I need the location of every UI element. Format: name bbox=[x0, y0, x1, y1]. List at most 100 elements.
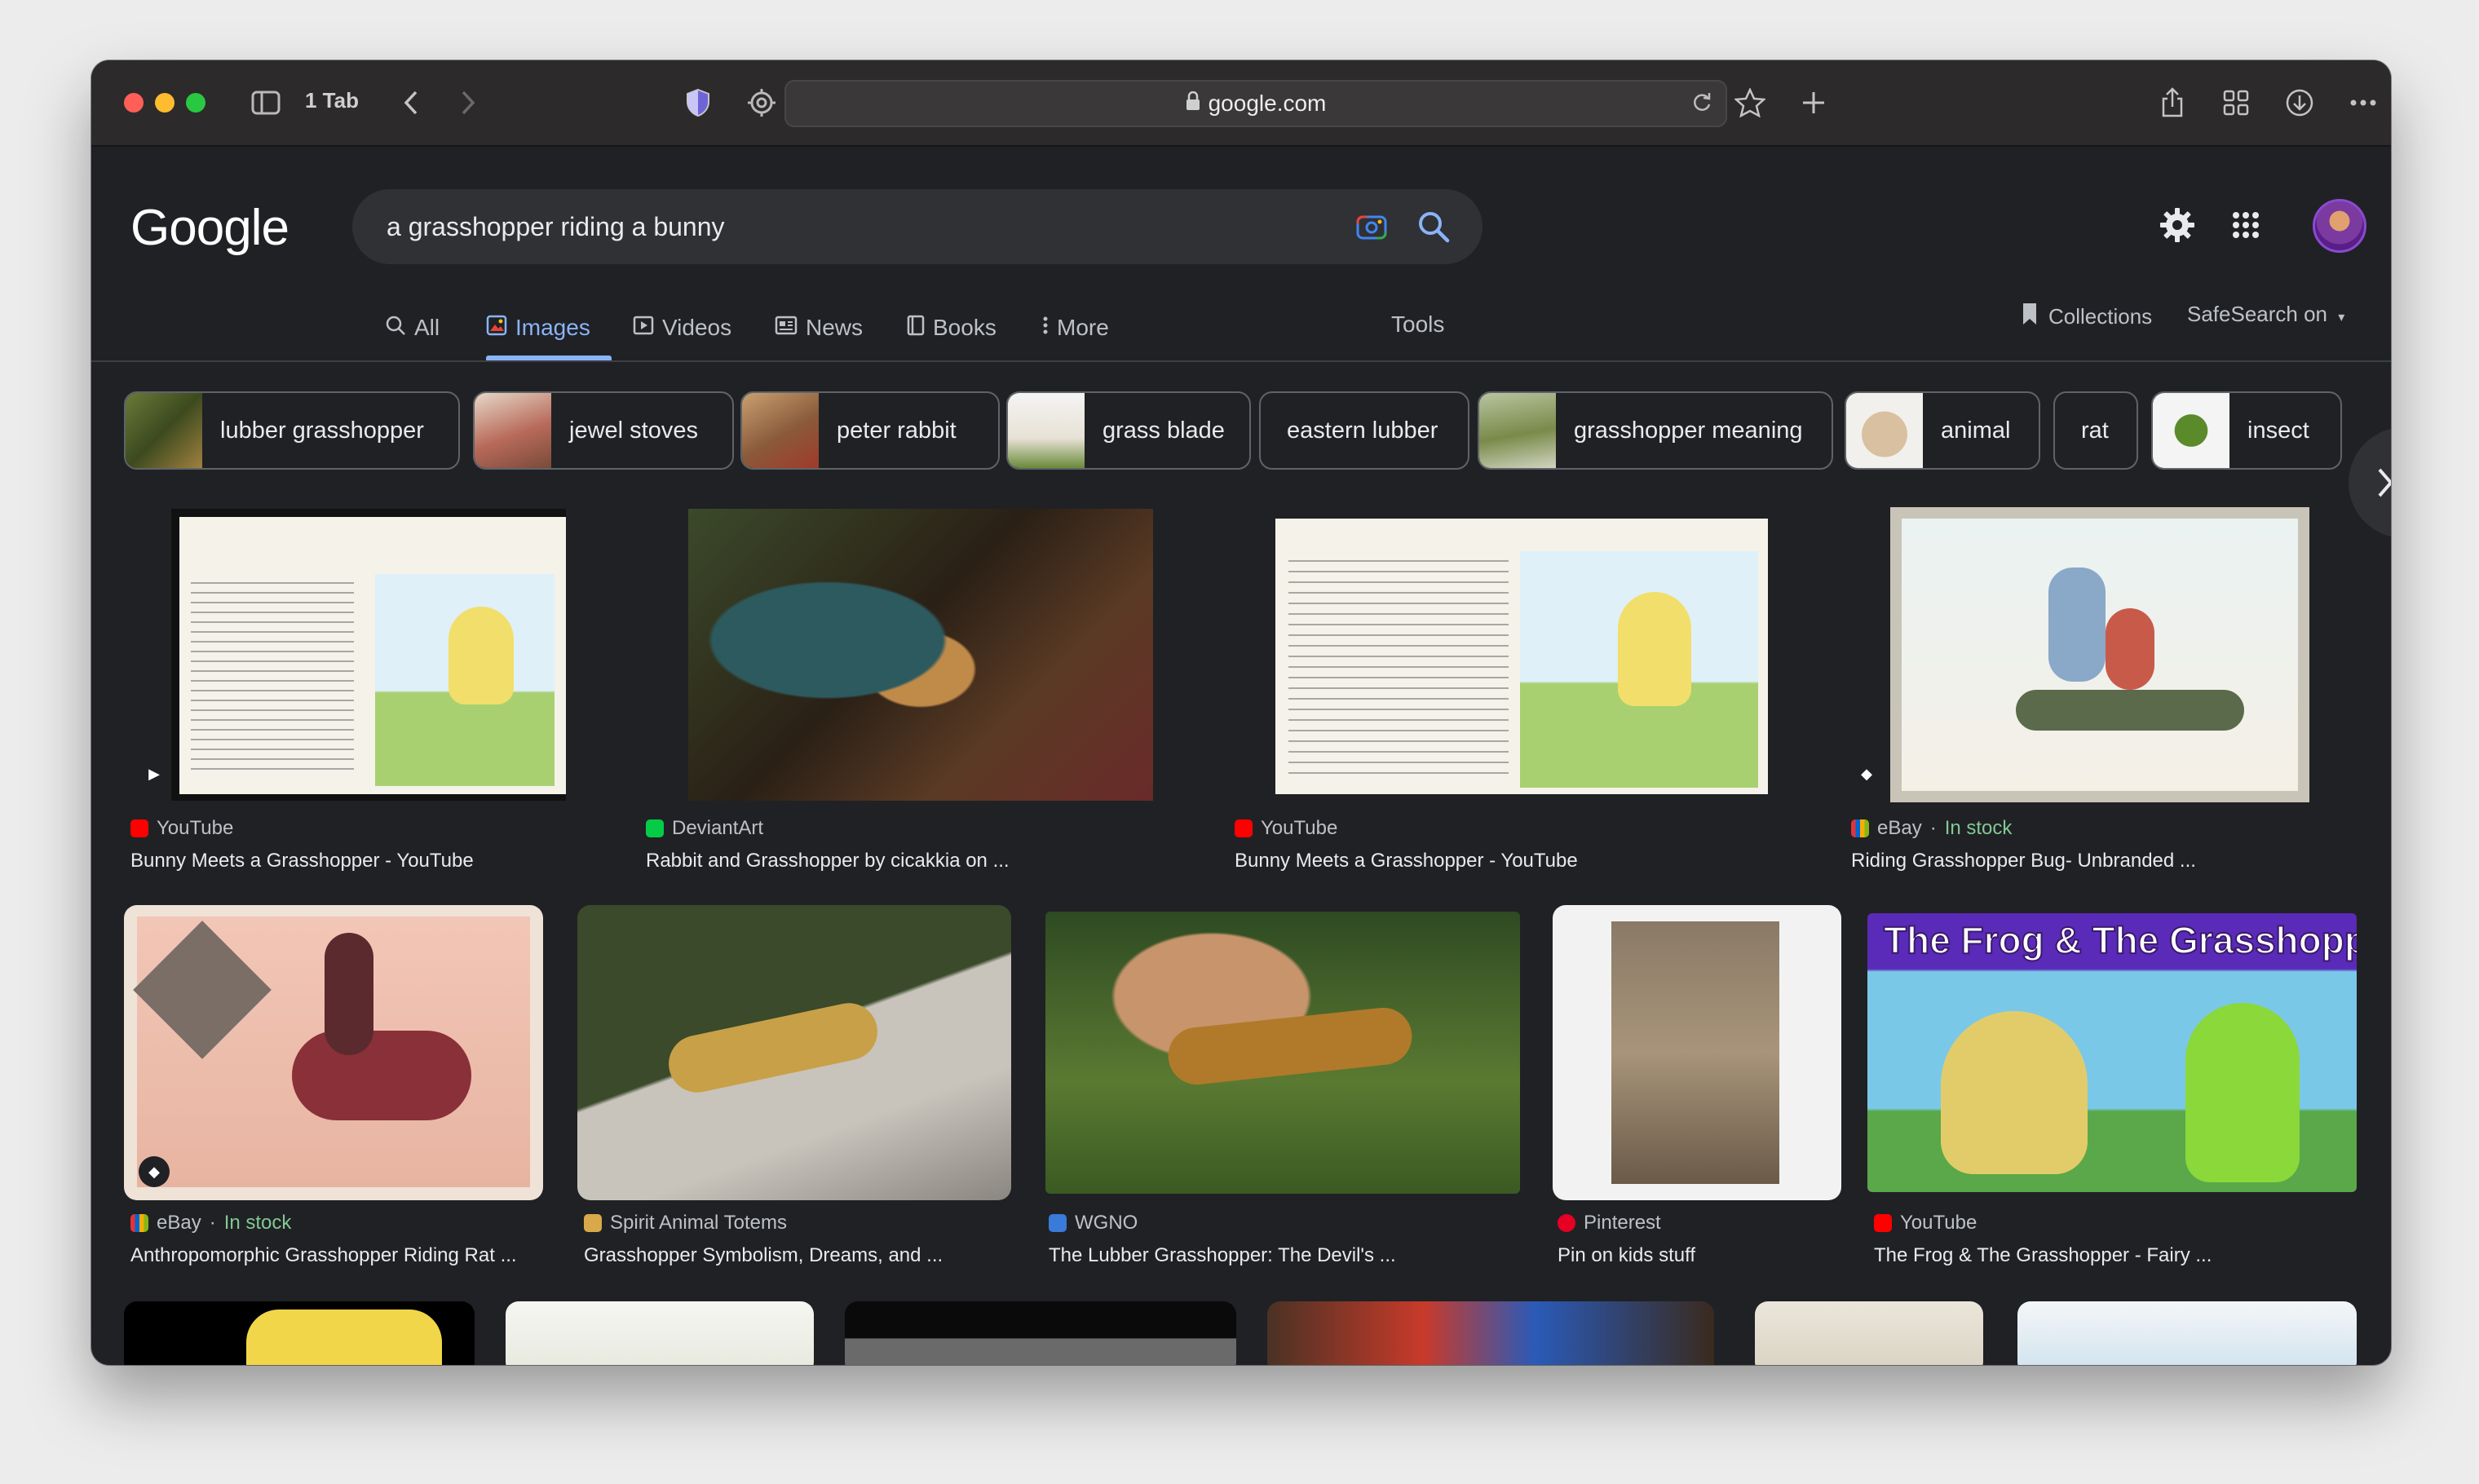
google-logo[interactable]: Google bbox=[130, 199, 289, 257]
collections-button[interactable]: Collections bbox=[2021, 302, 2152, 332]
chip-grasshopper-meaning[interactable]: grasshopper meaning bbox=[1478, 391, 1833, 470]
source-name: YouTube bbox=[157, 817, 234, 839]
share-icon[interactable] bbox=[2154, 85, 2190, 121]
result-title[interactable]: Bunny Meets a Grasshopper - YouTube bbox=[1235, 850, 1578, 872]
result-thumbnail[interactable] bbox=[1275, 519, 1768, 794]
image-result-10-thumbnail[interactable] bbox=[124, 1301, 475, 1365]
result-title[interactable]: Anthropomorphic Grasshopper Riding Rat .… bbox=[130, 1244, 517, 1267]
image-result-11-thumbnail[interactable] bbox=[506, 1301, 814, 1365]
tab-overview-label[interactable]: 1 Tab bbox=[305, 88, 359, 113]
chip-thumbnail bbox=[1846, 393, 1923, 468]
result-title[interactable]: Riding Grasshopper Bug- Unbranded ... bbox=[1851, 850, 2196, 872]
tab-images[interactable]: Images bbox=[486, 311, 590, 344]
bookmark-star-icon[interactable] bbox=[1732, 85, 1768, 121]
tab-books[interactable]: Books bbox=[907, 311, 996, 344]
result-thumbnail[interactable] bbox=[688, 509, 1153, 801]
chip-peter-rabbit[interactable]: peter rabbit bbox=[740, 391, 1000, 470]
safesearch-dropdown[interactable]: SafeSearch on ▾ bbox=[2187, 302, 2344, 327]
search-input[interactable]: a grasshopper riding a bunny bbox=[387, 212, 725, 242]
source-name: eBay bbox=[1877, 817, 1922, 839]
settings-gear-icon[interactable] bbox=[2154, 202, 2200, 248]
apps-grid-icon[interactable] bbox=[2223, 202, 2269, 248]
tab-videos-label: Videos bbox=[662, 315, 732, 340]
result-thumbnail[interactable] bbox=[124, 905, 543, 1200]
tab-news[interactable]: News bbox=[775, 311, 863, 344]
book-icon bbox=[907, 315, 925, 342]
chip-eastern-lubber[interactable]: eastern lubber bbox=[1259, 391, 1469, 470]
result-title[interactable]: Rabbit and Grasshopper by cicakkia on ..… bbox=[646, 850, 1010, 872]
result-thumbnail[interactable] bbox=[1890, 507, 2309, 802]
result-source: eBay · In stock bbox=[130, 1212, 291, 1234]
result-source: eBay · In stock bbox=[1851, 817, 2012, 840]
image-icon bbox=[486, 315, 507, 342]
browser-window: 1 Tab google.com Google a grasshopper ri… bbox=[91, 60, 2391, 1365]
newspaper-icon bbox=[775, 316, 798, 341]
forward-icon[interactable] bbox=[450, 85, 486, 121]
image-result-14-thumbnail[interactable] bbox=[1755, 1301, 1983, 1365]
chip-label: eastern lubber bbox=[1287, 417, 1438, 444]
result-thumbnail[interactable]: The Frog & The Grasshopper bbox=[1867, 913, 2357, 1192]
collections-label: Collections bbox=[2048, 304, 2153, 329]
result-title[interactable]: The Frog & The Grasshopper - Fairy ... bbox=[1874, 1244, 2212, 1267]
address-bar[interactable]: google.com bbox=[784, 80, 1727, 127]
minimize-window-button[interactable] bbox=[155, 93, 175, 113]
tab-more[interactable]: More bbox=[1042, 311, 1109, 344]
back-icon[interactable] bbox=[393, 85, 429, 121]
result-thumbnail[interactable] bbox=[171, 509, 566, 801]
youtube-favicon-icon bbox=[1235, 819, 1253, 837]
new-tab-icon[interactable] bbox=[1796, 85, 1832, 121]
pinterest-favicon-icon bbox=[1558, 1214, 1575, 1232]
result-thumbnail[interactable] bbox=[1553, 905, 1841, 1200]
spirit-animal-favicon-icon bbox=[584, 1214, 602, 1232]
reload-icon[interactable] bbox=[1691, 91, 1712, 120]
tab-grid-icon[interactable] bbox=[2218, 85, 2254, 121]
chip-thumbnail bbox=[1008, 393, 1085, 468]
tab-news-label: News bbox=[806, 315, 864, 340]
result-title[interactable]: Bunny Meets a Grasshopper - YouTube bbox=[130, 850, 474, 872]
result-title[interactable]: The Lubber Grasshopper: The Devil's ... bbox=[1049, 1244, 1396, 1267]
chip-insect[interactable]: insect bbox=[2151, 391, 2342, 470]
source-name: WGNO bbox=[1075, 1212, 1138, 1234]
result-source: WGNO bbox=[1049, 1212, 1138, 1234]
image-result-13-thumbnail[interactable] bbox=[1267, 1301, 1714, 1365]
sidebar-toggle-icon[interactable] bbox=[248, 85, 284, 121]
result-thumbnail[interactable] bbox=[577, 905, 1011, 1200]
more-options-icon[interactable] bbox=[2345, 85, 2381, 121]
tools-button[interactable]: Tools bbox=[1391, 311, 1444, 338]
downloads-icon[interactable] bbox=[2282, 85, 2318, 121]
tab-videos[interactable]: Videos bbox=[633, 311, 731, 344]
image-result-15-thumbnail[interactable] bbox=[2017, 1301, 2357, 1365]
separator-dot: · bbox=[209, 1212, 216, 1234]
caret-down-icon: ▾ bbox=[2338, 311, 2345, 325]
image-result-12-thumbnail[interactable] bbox=[845, 1301, 1236, 1365]
chip-grass-blade[interactable]: grass blade bbox=[1006, 391, 1251, 470]
play-icon bbox=[633, 315, 654, 342]
search-icon[interactable] bbox=[1416, 209, 1452, 245]
youtube-favicon-icon bbox=[1874, 1214, 1892, 1232]
privacy-shield-icon[interactable] bbox=[680, 85, 716, 121]
result-title[interactable]: Pin on kids stuff bbox=[1558, 1244, 1695, 1267]
extension-gear-icon[interactable] bbox=[744, 85, 780, 121]
chip-animal[interactable]: animal bbox=[1845, 391, 2040, 470]
youtube-favicon-icon bbox=[130, 819, 148, 837]
close-window-button[interactable] bbox=[124, 93, 144, 113]
chip-lubber-grasshopper[interactable]: lubber grasshopper bbox=[124, 391, 460, 470]
account-avatar[interactable] bbox=[2313, 199, 2366, 253]
zoom-window-button[interactable] bbox=[186, 93, 205, 113]
source-name: Spirit Animal Totems bbox=[610, 1212, 787, 1234]
result-thumbnail[interactable] bbox=[1045, 912, 1520, 1194]
google-lens-camera-icon[interactable] bbox=[1355, 210, 1388, 243]
chip-thumbnail bbox=[126, 393, 202, 468]
chip-label: lubber grasshopper bbox=[220, 417, 424, 444]
tab-all-label: All bbox=[414, 315, 440, 340]
separator-dot: · bbox=[1929, 817, 1937, 839]
lock-icon bbox=[1186, 91, 1200, 116]
tab-books-label: Books bbox=[933, 315, 996, 340]
chip-jewel-stoves[interactable]: jewel stoves bbox=[473, 391, 734, 470]
result-title[interactable]: Grasshopper Symbolism, Dreams, and ... bbox=[584, 1244, 943, 1267]
chip-label: rat bbox=[2081, 417, 2109, 444]
chip-rat[interactable]: rat bbox=[2053, 391, 2138, 470]
vertical-dots-icon bbox=[1042, 315, 1049, 342]
search-box[interactable]: a grasshopper riding a bunny bbox=[352, 189, 1483, 264]
tab-all[interactable]: All bbox=[385, 311, 440, 344]
